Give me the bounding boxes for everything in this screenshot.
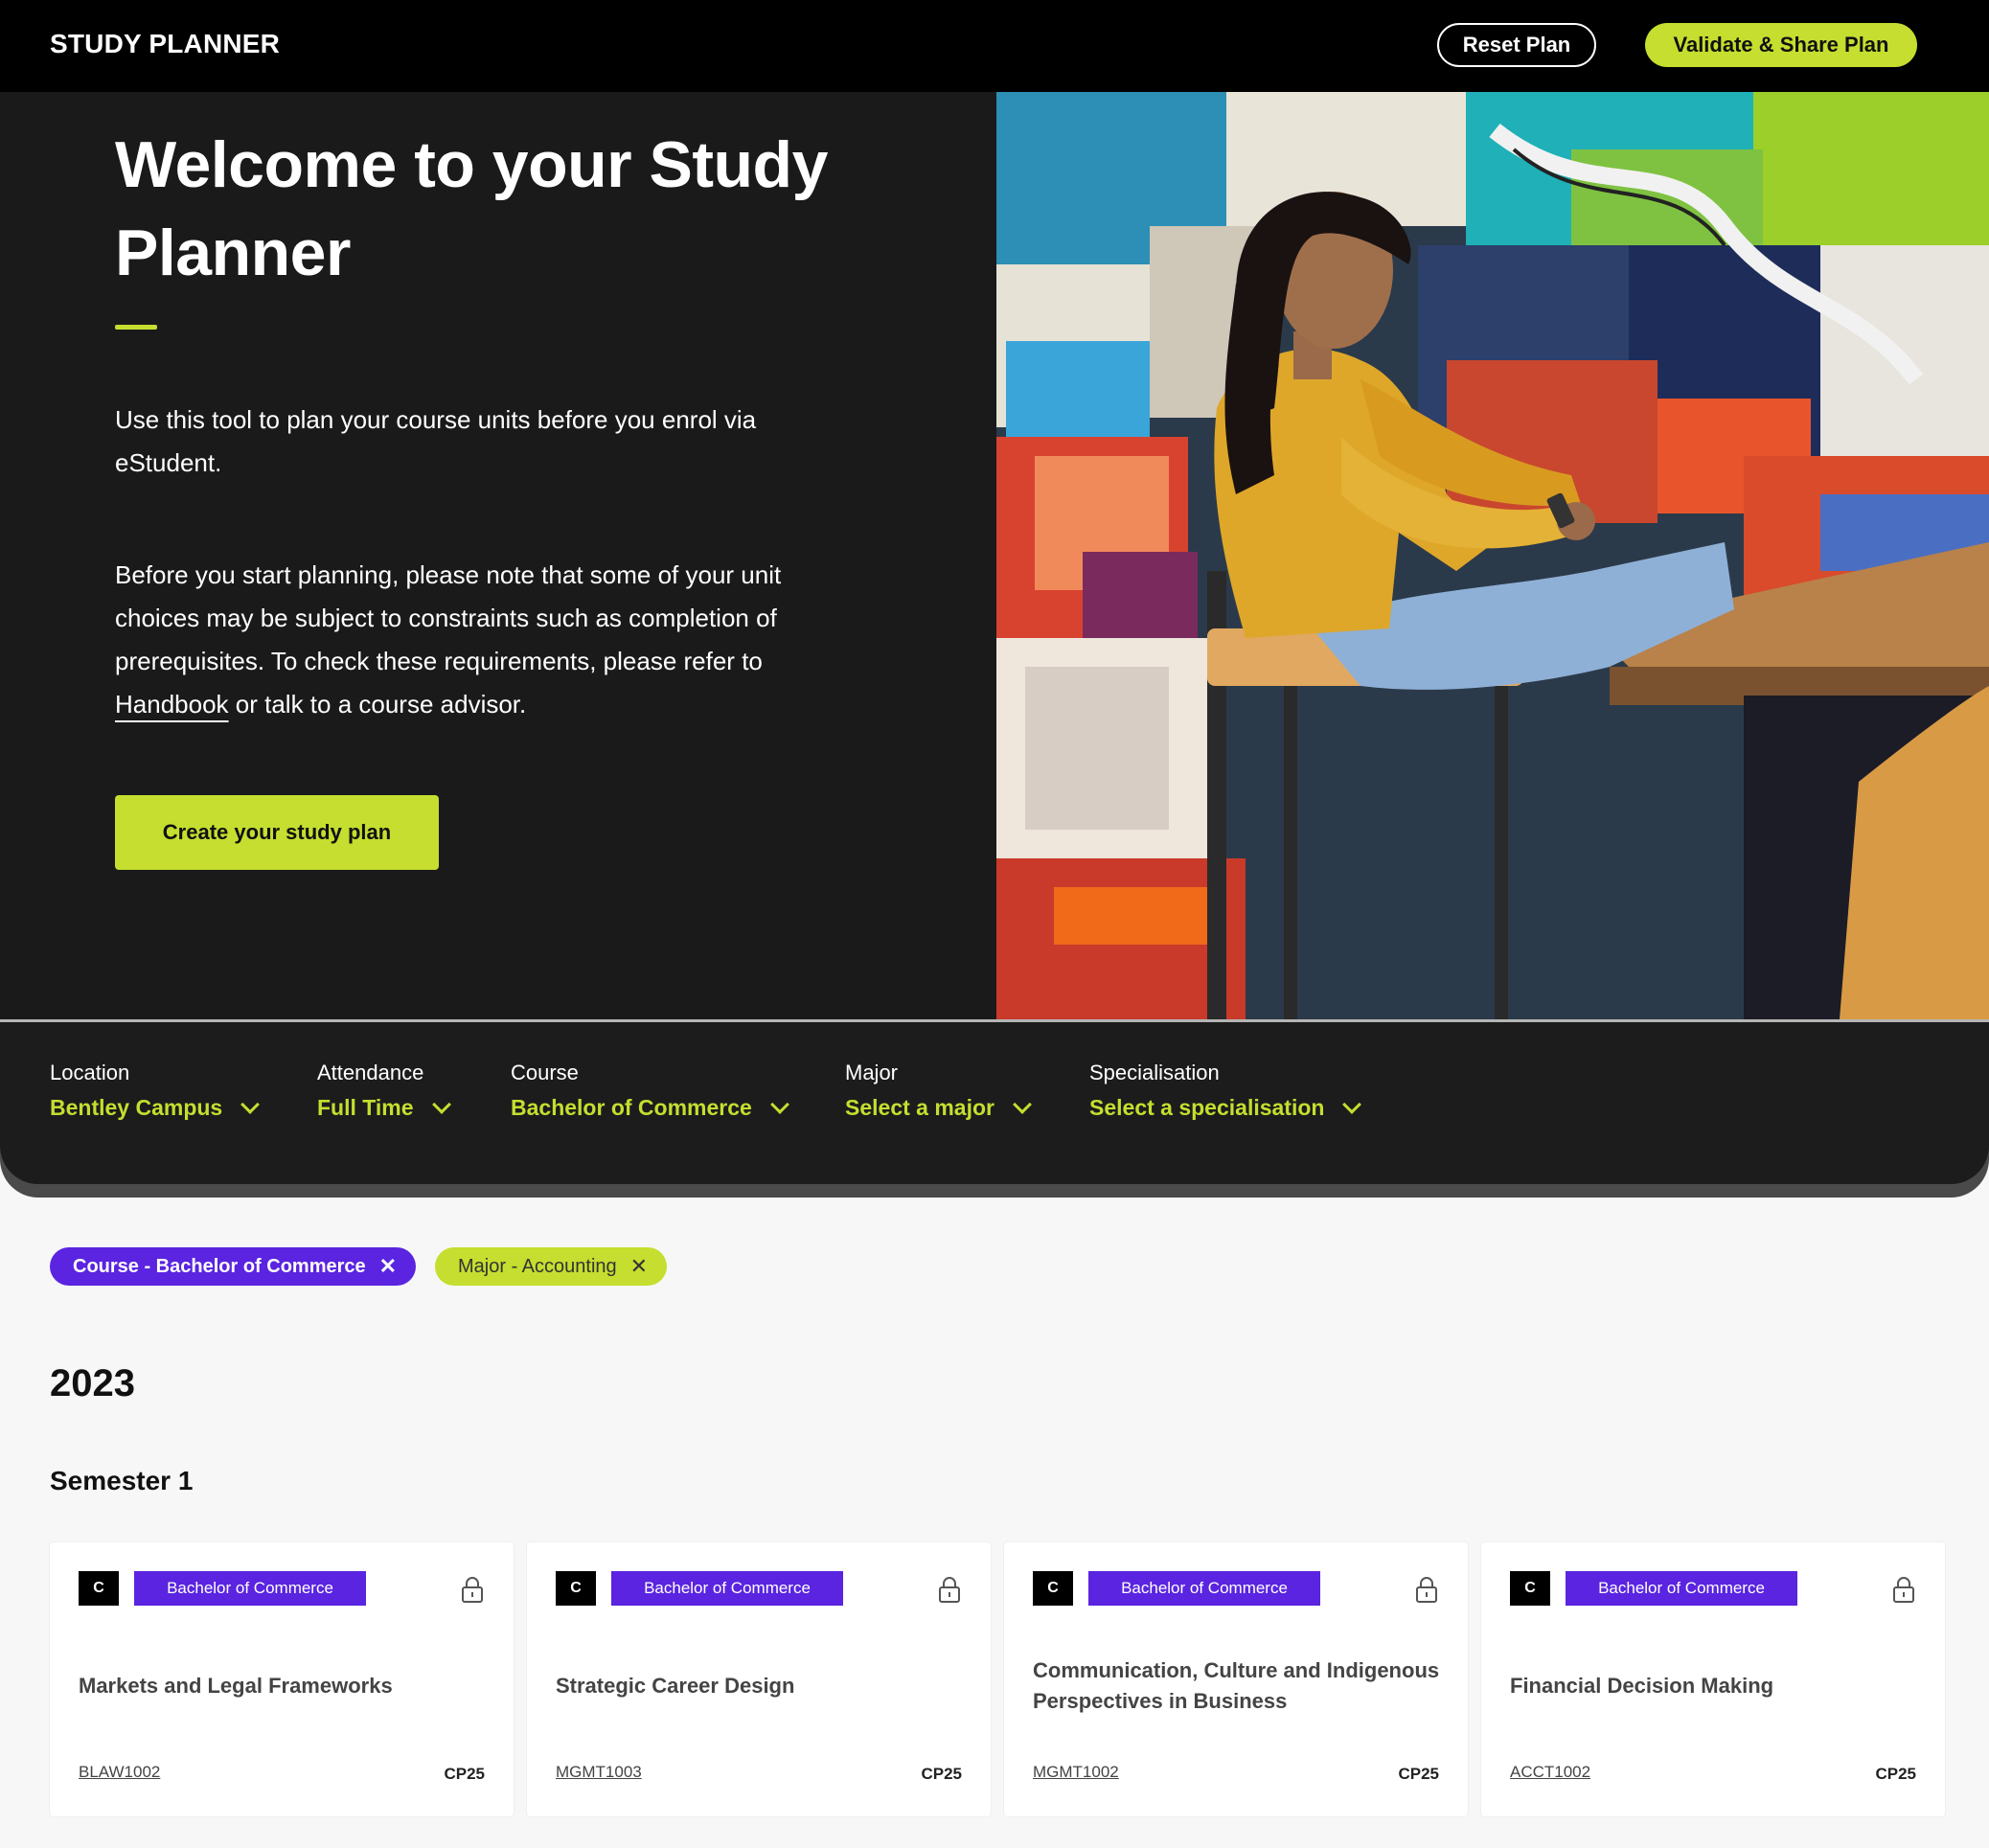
chevron-down-icon	[1342, 1094, 1362, 1114]
major-value: Select a major	[845, 1095, 994, 1120]
unit-card[interactable]: C Bachelor of Commerce Communication, Cu…	[1004, 1542, 1468, 1816]
credit-points: CP25	[1875, 1765, 1916, 1783]
attendance-filter[interactable]: Attendance Full Time	[317, 1061, 451, 1121]
course-tag: Bachelor of Commerce	[1088, 1571, 1320, 1606]
major-label: Major	[845, 1061, 899, 1084]
unit-code-link[interactable]: ACCT1002	[1510, 1763, 1590, 1782]
specialisation-label: Specialisation	[1089, 1061, 1220, 1084]
major-chip-label: Major - Accounting	[458, 1255, 617, 1277]
core-badge: C	[1510, 1571, 1550, 1606]
unit-card[interactable]: C Bachelor of Commerce Strategic Career …	[527, 1542, 991, 1816]
top-bar: STUDY PLANNER Reset Plan Validate & Shar…	[0, 0, 1989, 92]
hero-photo	[996, 92, 1989, 1019]
create-study-plan-button[interactable]: Create your study plan	[115, 795, 439, 870]
unit-title: Financial Decision Making	[1510, 1674, 1774, 1698]
note-text-after: or talk to a course advisor.	[228, 690, 527, 719]
course-tag: Bachelor of Commerce	[1566, 1571, 1797, 1606]
unit-code-link[interactable]: MGMT1002	[1033, 1763, 1119, 1782]
chevron-down-icon	[240, 1094, 261, 1114]
note-text-before: Before you start planning, please note t…	[115, 560, 782, 675]
specialisation-value: Select a specialisation	[1089, 1095, 1325, 1120]
credit-points: CP25	[444, 1765, 485, 1783]
unit-card[interactable]: C Bachelor of Commerce Markets and Legal…	[50, 1542, 514, 1816]
unit-title: Markets and Legal Frameworks	[79, 1674, 393, 1698]
major-filter-chip: Major - Accounting ✕	[435, 1247, 668, 1286]
reset-plan-button[interactable]: Reset Plan	[1437, 23, 1596, 67]
hero-section: Welcome to your Study Planner Use this t…	[0, 92, 1989, 1019]
unit-title: Communication, Culture and Indigenous Pe…	[1033, 1658, 1440, 1713]
course-label: Course	[511, 1061, 579, 1084]
course-chip-label: Course - Bachelor of Commerce	[73, 1255, 366, 1277]
credit-points: CP25	[1398, 1765, 1439, 1783]
specialisation-filter[interactable]: Specialisation Select a specialisation	[1089, 1061, 1362, 1121]
location-value: Bentley Campus	[50, 1095, 223, 1120]
unit-code-link[interactable]: BLAW1002	[79, 1763, 160, 1782]
unit-card[interactable]: C Bachelor of Commerce Financial Decisio…	[1481, 1542, 1945, 1816]
attendance-dropdown[interactable]: Full Time	[317, 1094, 451, 1121]
core-badge: C	[1033, 1571, 1073, 1606]
chevron-down-icon	[431, 1094, 451, 1114]
course-tag: Bachelor of Commerce	[611, 1571, 843, 1606]
chevron-down-icon	[769, 1094, 789, 1114]
course-filter-chip: Course - Bachelor of Commerce ✕	[50, 1247, 417, 1286]
filter-bar: Location Bentley Campus Attendance Full …	[0, 1019, 1989, 1184]
attendance-label: Attendance	[317, 1061, 424, 1084]
semester-heading: Semester 1	[50, 1466, 194, 1495]
course-dropdown[interactable]: Bachelor of Commerce	[511, 1094, 789, 1121]
unit-code-link[interactable]: MGMT1003	[556, 1763, 642, 1782]
lock-icon[interactable]	[937, 1575, 962, 1604]
plan-year-heading: 2023	[50, 1362, 135, 1404]
unit-title: Strategic Career Design	[556, 1674, 795, 1698]
lock-icon[interactable]	[1414, 1575, 1439, 1604]
core-badge: C	[556, 1571, 596, 1606]
title-accent-line	[115, 325, 157, 330]
location-label: Location	[50, 1061, 130, 1084]
lock-icon[interactable]	[1891, 1575, 1916, 1604]
student-photo-illustration	[996, 92, 1989, 1019]
course-value: Bachelor of Commerce	[511, 1095, 752, 1120]
course-filter[interactable]: Course Bachelor of Commerce	[511, 1061, 789, 1121]
credit-points: CP25	[921, 1765, 962, 1783]
location-dropdown[interactable]: Bentley Campus	[50, 1094, 261, 1121]
app-title: STUDY PLANNER	[50, 29, 281, 58]
specialisation-dropdown[interactable]: Select a specialisation	[1089, 1094, 1362, 1121]
core-badge: C	[79, 1571, 119, 1606]
handbook-link[interactable]: Handbook	[115, 690, 229, 719]
close-icon[interactable]: ✕	[379, 1256, 397, 1277]
location-filter[interactable]: Location Bentley Campus	[50, 1061, 261, 1121]
chevron-down-icon	[1013, 1094, 1032, 1114]
major-filter[interactable]: Major Select a major	[845, 1061, 1032, 1121]
course-tag: Bachelor of Commerce	[134, 1571, 366, 1606]
lock-icon[interactable]	[460, 1575, 485, 1604]
validate-share-plan-button[interactable]: Validate & Share Plan	[1645, 23, 1917, 67]
hero-note-text: Before you start planning, please note t…	[115, 554, 824, 726]
close-icon[interactable]: ✕	[630, 1256, 648, 1277]
hero-intro-text: Use this tool to plan your course units …	[115, 405, 757, 477]
hero-title: Welcome to your Study Planner	[115, 128, 828, 289]
attendance-value: Full Time	[317, 1095, 414, 1120]
major-dropdown[interactable]: Select a major	[845, 1094, 1032, 1121]
